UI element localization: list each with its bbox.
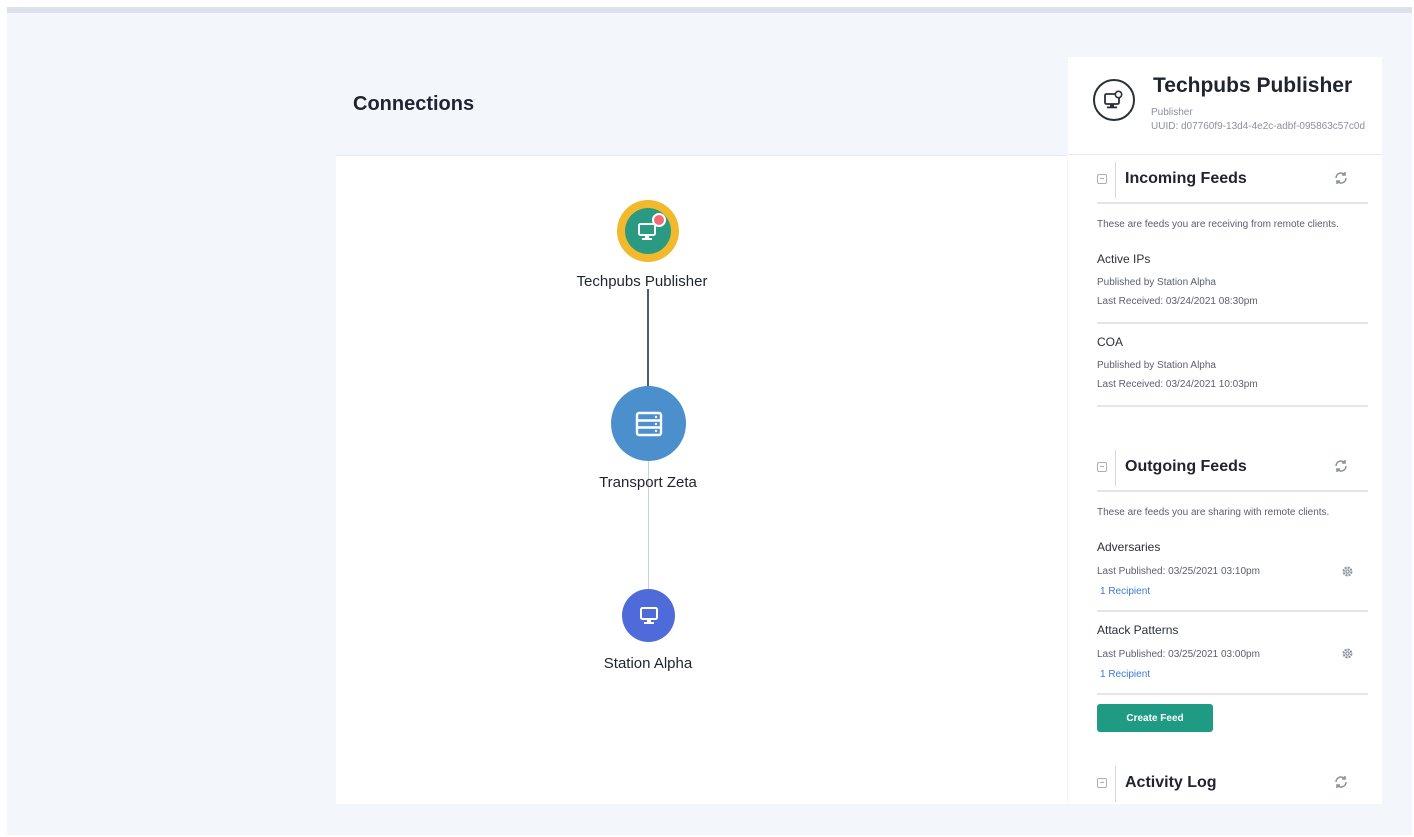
incoming-feeds-header: Incoming Feeds	[1068, 157, 1382, 204]
feed-name: COA	[1097, 335, 1124, 349]
connections-panel: Connections Techpubs Publisher Transport…	[336, 57, 1067, 804]
node-label-station: Station Alpha	[603, 655, 693, 672]
publisher-name: Techpubs Publisher	[1153, 74, 1353, 97]
incoming-feed-item[interactable]: Active IPs Published by Station Alpha La…	[1097, 252, 1368, 327]
refresh-icon[interactable]	[1333, 774, 1349, 790]
feed-last-published: Last Published: 03/25/2021 03:00pm	[1097, 649, 1260, 660]
outgoing-feed-item[interactable]: Adversaries Last Published: 03/25/2021 0…	[1097, 540, 1368, 615]
outgoing-feeds-title: Outgoing Feeds	[1125, 458, 1247, 475]
section-divider	[1115, 450, 1116, 486]
incoming-feeds-description: These are feeds you are receiving from r…	[1097, 219, 1339, 230]
feed-last-published: Last Published: 03/25/2021 03:10pm	[1097, 566, 1260, 577]
collapse-icon[interactable]	[1097, 462, 1107, 472]
node-station-alpha[interactable]	[622, 589, 675, 642]
publisher-role: Publisher	[1151, 107, 1193, 118]
feed-divider	[1097, 322, 1368, 324]
outgoing-feed-item[interactable]: Attack Patterns Last Published: 03/25/20…	[1097, 623, 1368, 698]
gear-icon[interactable]	[1340, 564, 1355, 579]
collapse-icon[interactable]	[1097, 174, 1107, 184]
feed-published-by: Published by Station Alpha	[1097, 277, 1216, 288]
incoming-feeds-title: Incoming Feeds	[1125, 170, 1247, 187]
feed-name: Attack Patterns	[1097, 623, 1179, 637]
monitor-icon	[639, 606, 658, 624]
feed-divider	[1097, 610, 1368, 612]
monitor-gear-icon	[625, 208, 671, 254]
feed-last-received: Last Received: 03/24/2021 08:30pm	[1097, 296, 1258, 307]
feed-name: Adversaries	[1097, 540, 1161, 554]
section-rule	[1097, 202, 1368, 204]
details-header: Techpubs Publisher Publisher UUID: d0776…	[1068, 57, 1382, 155]
feed-divider	[1097, 405, 1368, 407]
recipients-link[interactable]: 1 Recipient	[1100, 669, 1150, 680]
activity-log-title: Activity Log	[1125, 774, 1217, 791]
server-icon	[635, 411, 662, 436]
gear-icon[interactable]	[1340, 646, 1355, 661]
activity-log-header: Activity Log	[1068, 761, 1382, 804]
recipients-link[interactable]: 1 Recipient	[1100, 586, 1150, 597]
incoming-feed-item[interactable]: COA Published by Station Alpha Last Rece…	[1097, 335, 1368, 410]
publisher-uuid: UUID: d07760f9-13d4-4e2c-adbf-095863c57c…	[1151, 121, 1366, 132]
section-rule	[1097, 490, 1368, 492]
outgoing-feeds-header: Outgoing Feeds	[1068, 445, 1382, 492]
outgoing-feeds-description: These are feeds you are sharing with rem…	[1097, 507, 1330, 518]
section-divider	[1115, 766, 1116, 802]
feed-name: Active IPs	[1097, 252, 1151, 266]
node-transport-zeta[interactable]	[611, 386, 686, 461]
collapse-icon[interactable]	[1097, 778, 1107, 788]
node-techpubs-publisher[interactable]	[617, 200, 679, 262]
connection-graph: Techpubs Publisher Transport Zeta Statio…	[336, 57, 1067, 804]
create-feed-button[interactable]: Create Feed	[1097, 704, 1213, 732]
alert-badge-icon	[652, 213, 666, 227]
feed-published-by: Published by Station Alpha	[1097, 360, 1216, 371]
node-label-publisher: Techpubs Publisher	[576, 273, 708, 290]
section-divider	[1115, 162, 1116, 198]
feed-divider	[1097, 693, 1368, 695]
node-label-transport: Transport Zeta	[599, 474, 697, 491]
feed-last-received: Last Received: 03/24/2021 10:03pm	[1097, 379, 1258, 390]
refresh-icon[interactable]	[1333, 170, 1349, 186]
publisher-avatar-icon	[1093, 79, 1135, 121]
details-panel: Techpubs Publisher Publisher UUID: d0776…	[1068, 57, 1382, 804]
refresh-icon[interactable]	[1333, 458, 1349, 474]
